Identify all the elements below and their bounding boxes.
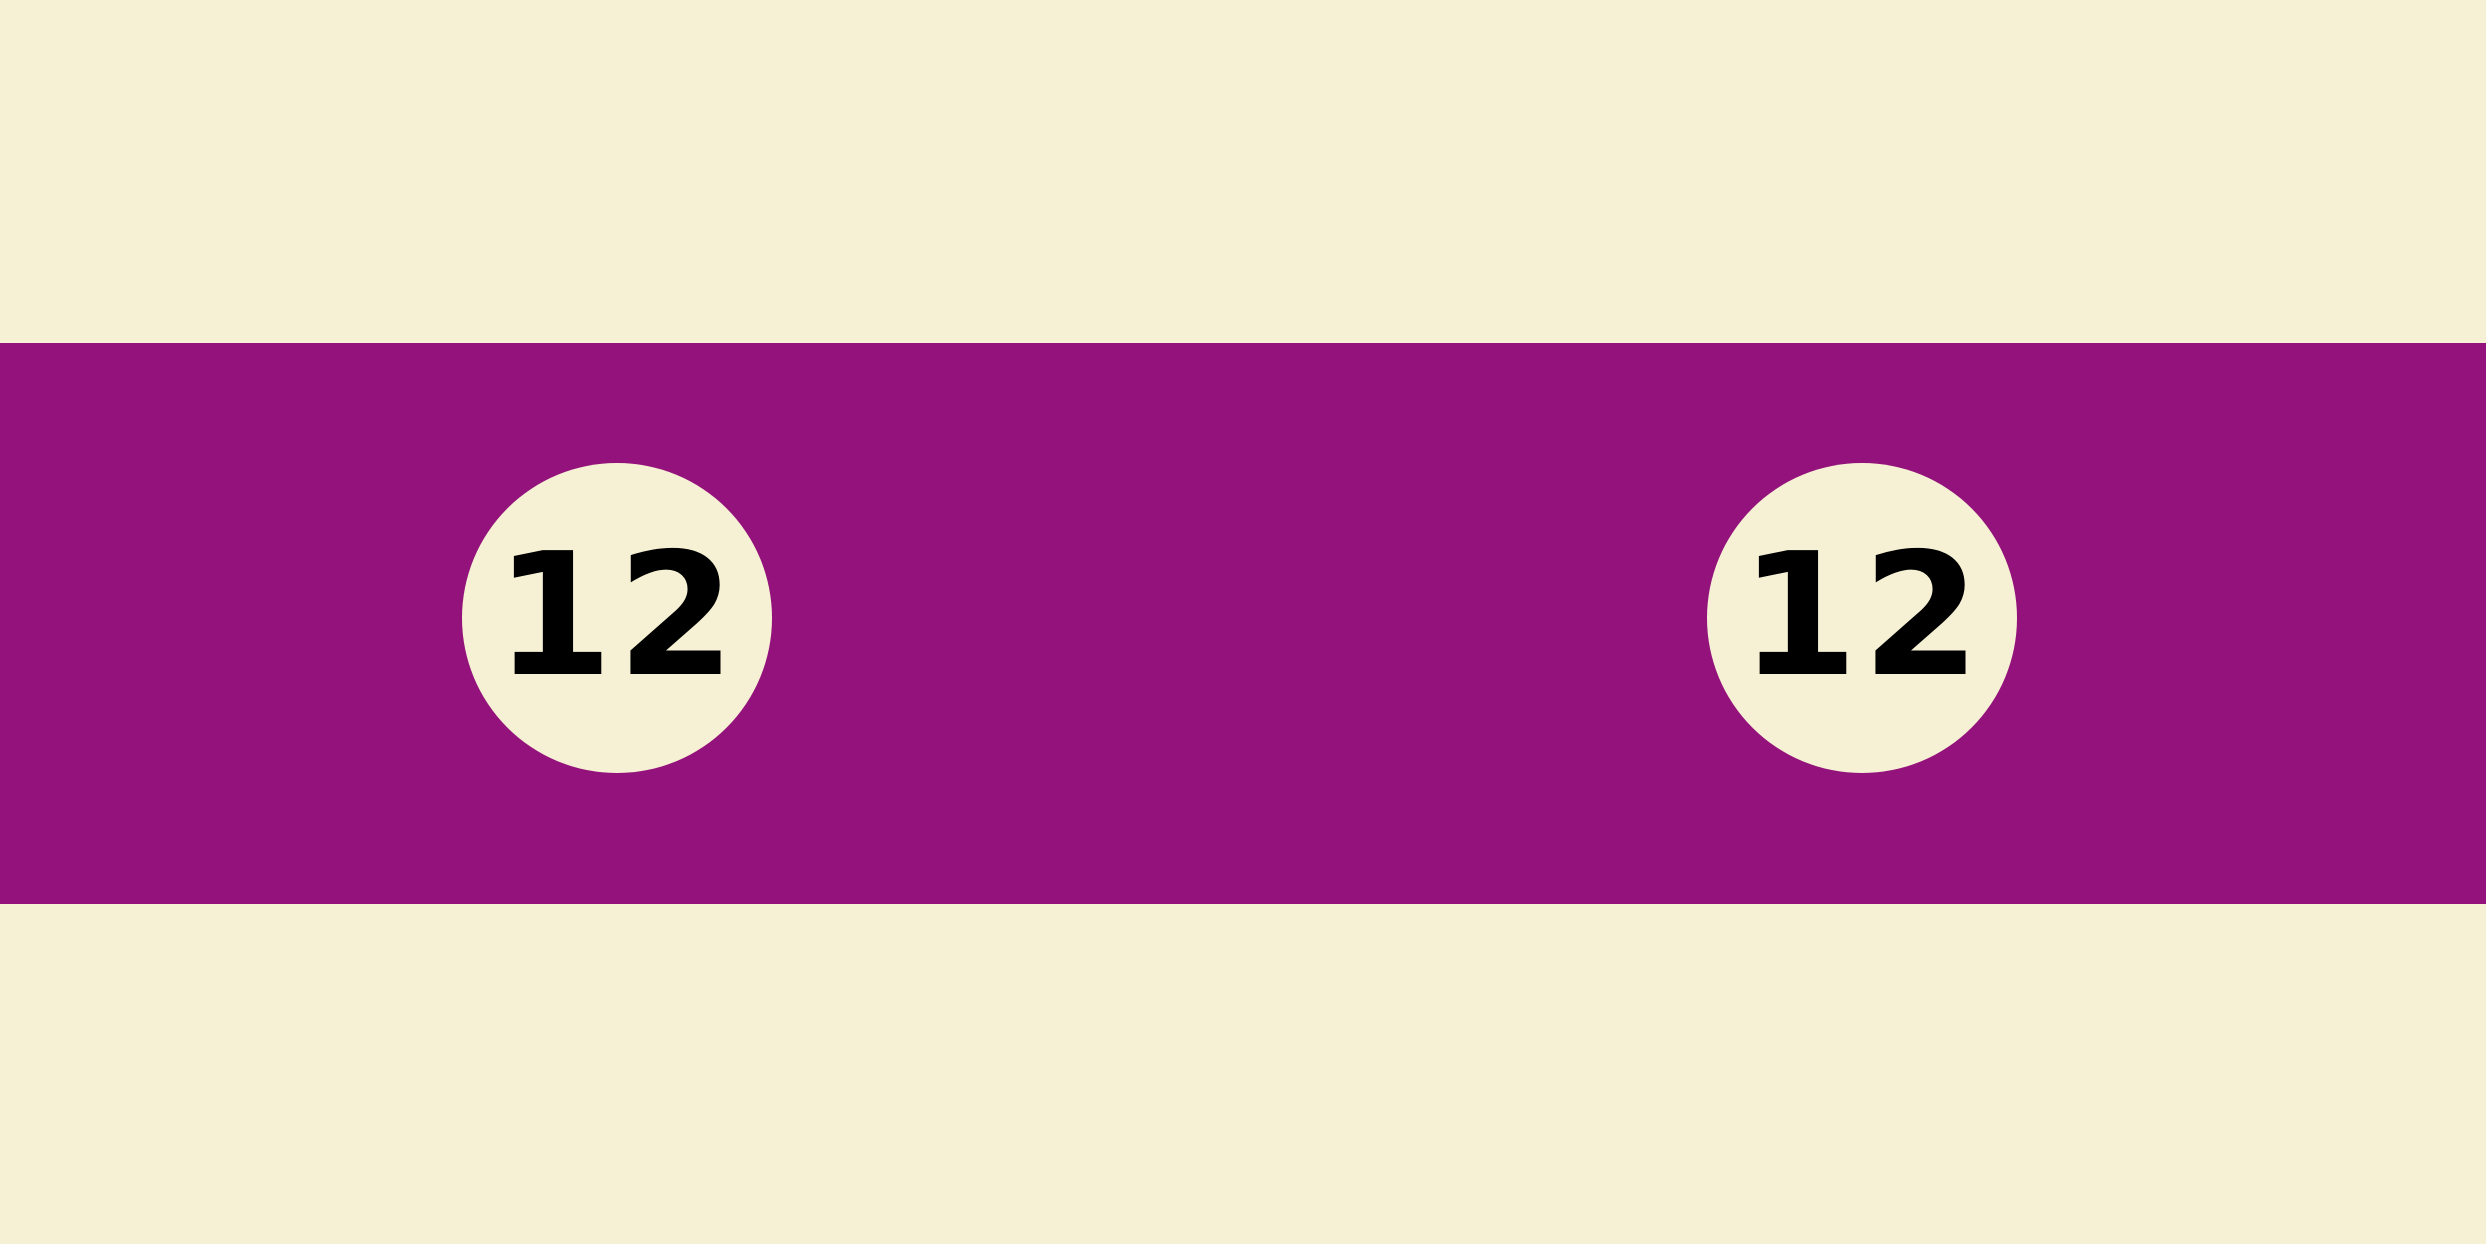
badge-number: 12 — [494, 517, 740, 715]
number-badge-left: 12 — [462, 463, 772, 773]
number-badge-right: 12 — [1707, 463, 2017, 773]
page: 12 12 — [0, 0, 2486, 1244]
badge-number: 12 — [1739, 517, 1985, 715]
magenta-band — [0, 343, 2486, 904]
